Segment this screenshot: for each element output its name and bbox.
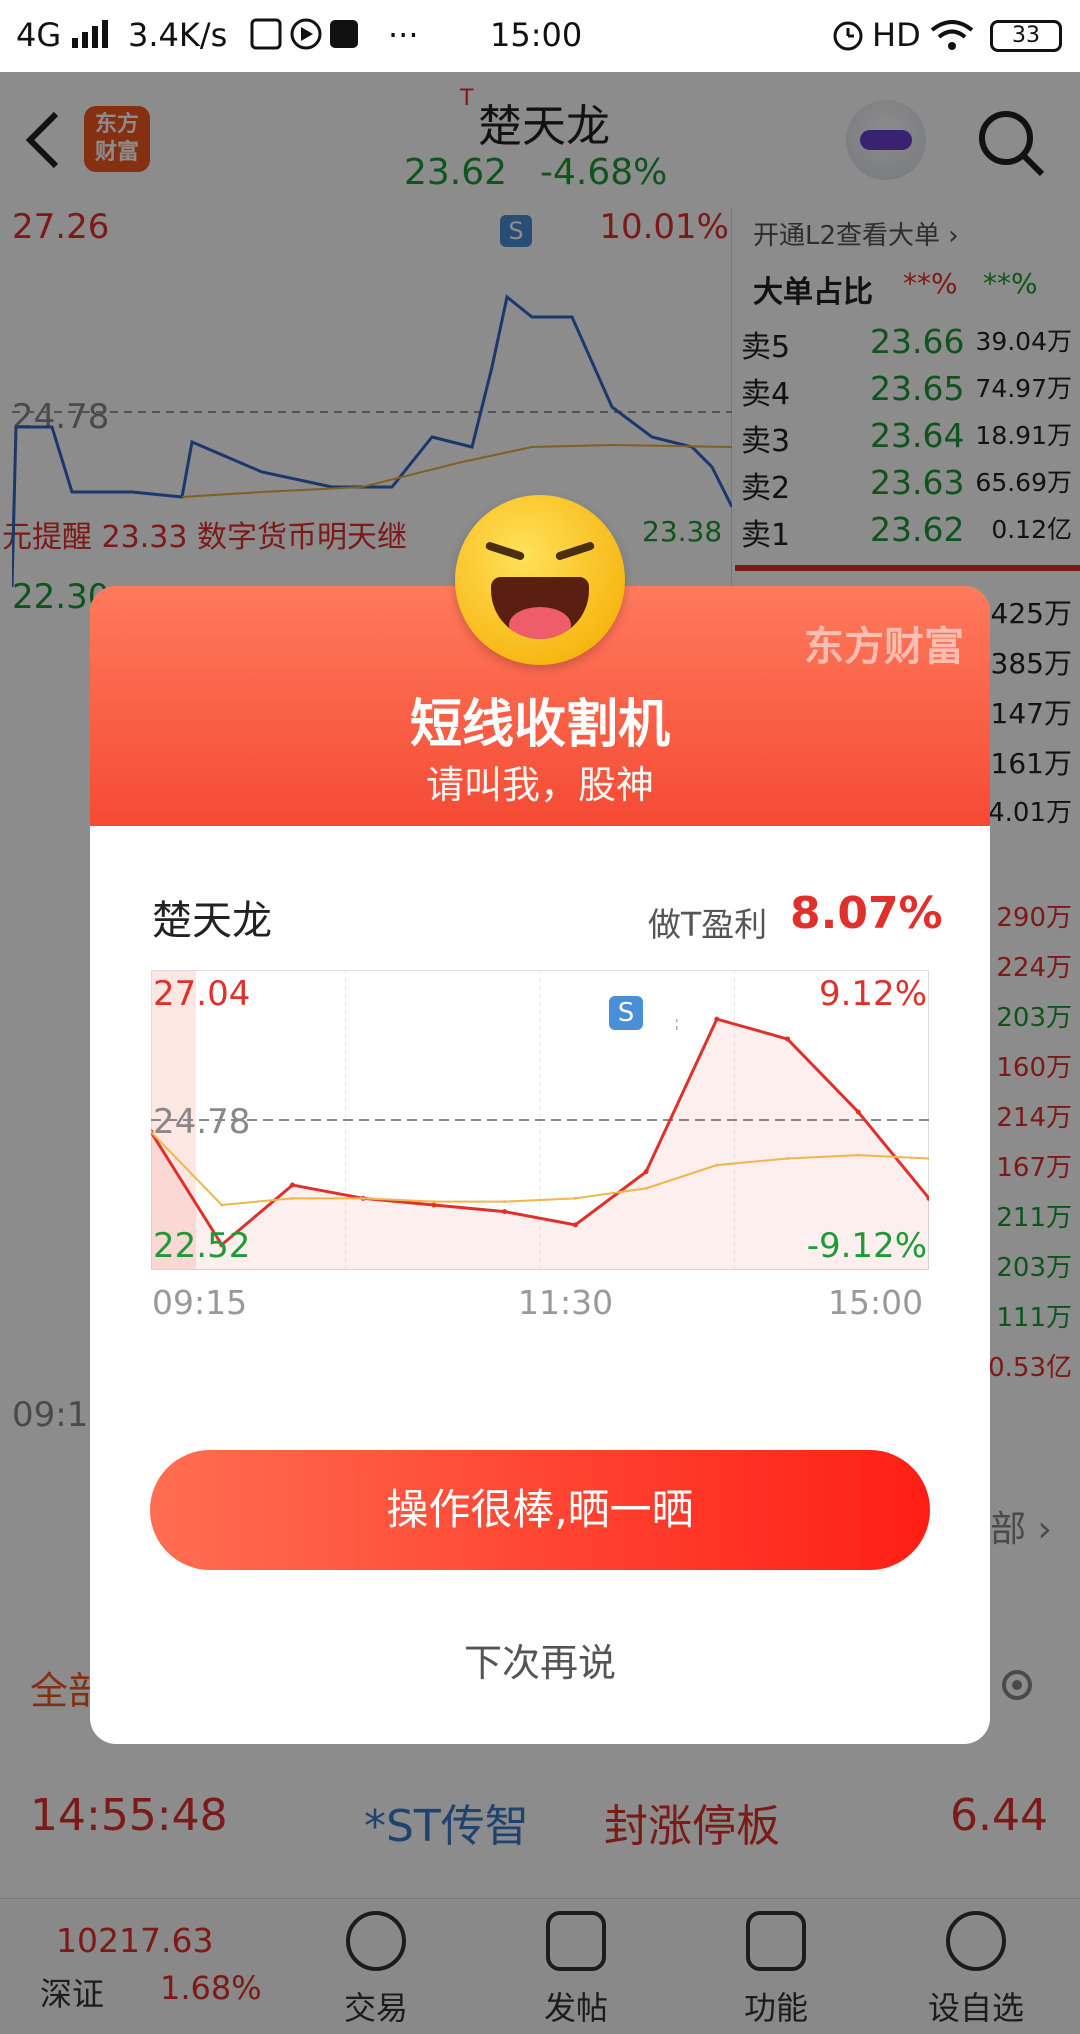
price-point-6 (572, 1222, 578, 1228)
more-dots: ··· (388, 16, 419, 54)
share-button[interactable]: 操作很棒,晒一晒 (150, 1450, 930, 1570)
laughing-emoji-icon (455, 495, 625, 665)
price-point-4 (431, 1202, 437, 1208)
average-point-7 (644, 1186, 648, 1190)
hd-label: HD (872, 16, 921, 54)
modal-title: 短线收割机 (409, 695, 670, 755)
average-point-9 (786, 1156, 790, 1160)
average-point-10 (856, 1153, 860, 1157)
app-notification-icon (250, 16, 360, 60)
status-bar: 4G 3.4K/s ··· 15:00 HD 33 (0, 0, 1080, 72)
profit-value: 8.07% (790, 888, 943, 939)
sell-marker: S (609, 996, 643, 1030)
average-point-2 (290, 1196, 294, 1200)
time-label-close: 15:00 (828, 1283, 924, 1322)
battery-icon: 33 (990, 20, 1062, 52)
modal-stock-name: 楚天龙 (152, 898, 272, 944)
time-label-open: 09:15 (152, 1283, 248, 1322)
dismiss-button[interactable]: 下次再说 (90, 1632, 990, 1687)
profit-chart-svg (148, 970, 932, 1270)
brand-watermark: 东方财富 (804, 624, 964, 670)
profit-share-modal: 东方财富 短线收割机 请叫我，股神 楚天龙 做T盈利 8.07% 27.04 9… (90, 586, 990, 1744)
price-point-8 (714, 1016, 720, 1022)
chart-low-pct: -9.12% (806, 1226, 927, 1266)
time-label-noon: 11:30 (518, 1283, 614, 1322)
modal-subtitle: 请叫我，股神 (425, 763, 654, 807)
average-point-1 (220, 1203, 224, 1207)
price-point-5 (502, 1209, 508, 1215)
chart-high-label: 27.04 (153, 974, 251, 1014)
average-point-4 (432, 1200, 436, 1204)
clock: 15:00 (490, 16, 583, 54)
price-point-10 (855, 1109, 861, 1115)
average-point-5 (503, 1200, 507, 1204)
signal-icon (70, 18, 116, 56)
wifi-icon (930, 20, 974, 60)
net-speed: 3.4K/s (128, 16, 228, 54)
average-point-6 (573, 1196, 577, 1200)
chart-mid-label: 24.78 (153, 1102, 251, 1142)
chart-low-label: 22.52 (153, 1226, 251, 1266)
chart-high-pct: 9.12% (818, 974, 927, 1014)
alarm-icon (830, 16, 866, 60)
price-point-2 (289, 1182, 295, 1188)
profit-chart: 27.04 9.12% 24.78 22.52 -9.12% S (148, 970, 932, 1270)
average-point-8 (715, 1163, 719, 1167)
average-point-3 (361, 1196, 365, 1200)
price-point-7 (643, 1169, 649, 1175)
price-point-9 (785, 1036, 791, 1042)
network-type: 4G (16, 16, 62, 54)
profit-label: 做T盈利 (648, 905, 768, 944)
